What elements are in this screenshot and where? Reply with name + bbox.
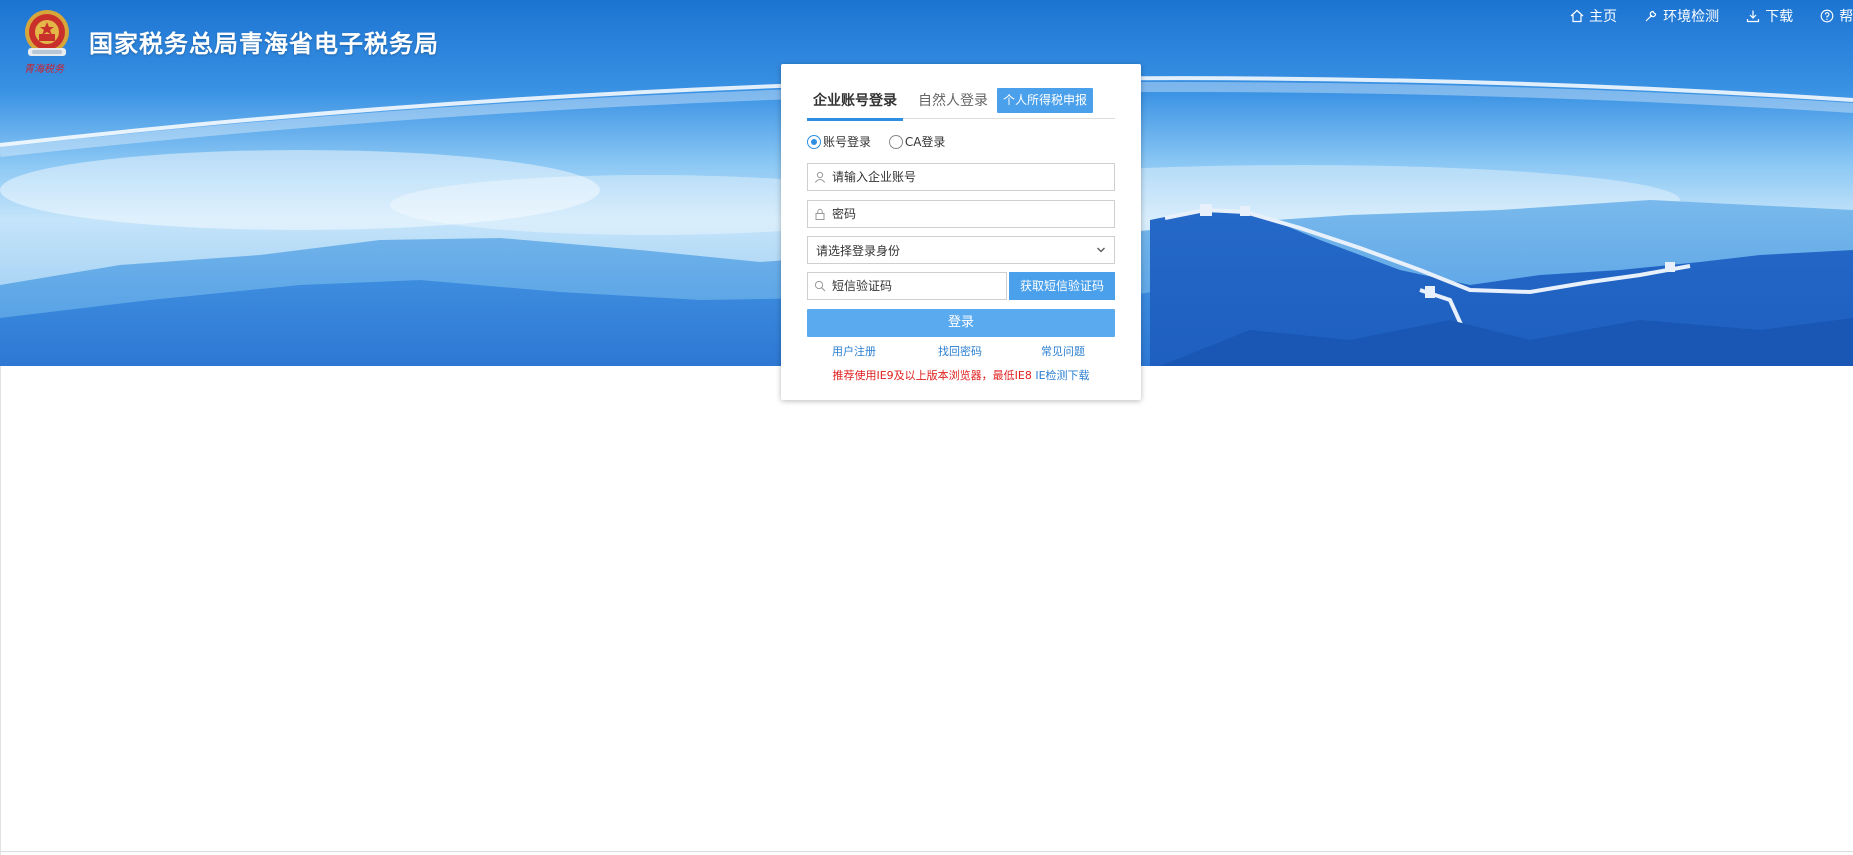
login-tabs: 企业账号登录 自然人登录 个人所得税申报 [807, 88, 1115, 121]
nav-environment-check-label: 环境检测 [1663, 9, 1720, 25]
register-link[interactable]: 用户注册 [832, 343, 876, 359]
login-method-group: 账号登录 CA登录 [807, 133, 959, 151]
sms-code-field [807, 272, 1007, 300]
radio-ca-label: CA登录 [904, 135, 946, 149]
help-icon [1820, 9, 1834, 23]
login-card: 企业账号登录 自然人登录 个人所得税申报 账号登录 CA登录 请输入企业账号 请… [781, 64, 1141, 400]
chevron-down-icon [1097, 247, 1105, 253]
identity-select-value: 请选择登录身份 [816, 243, 901, 258]
recover-password-link[interactable]: 找回密码 [938, 343, 982, 359]
login-links: 用户注册 找回密码 常见问题 [807, 343, 1115, 359]
browser-notice: 推荐使用IE9及以上版本浏览器，最低IE8 IE检测下载 [781, 367, 1141, 383]
page-body [0, 366, 1853, 855]
radio-account-login[interactable]: 账号登录 [807, 133, 871, 150]
get-sms-code-button[interactable]: 获取短信验证码 [1009, 272, 1115, 300]
personal-income-tax-button[interactable]: 个人所得税申报 [997, 88, 1093, 113]
nav-download[interactable]: 下载 [1746, 6, 1793, 26]
radio-account-label: 账号登录 [823, 135, 872, 149]
site-title: 国家税务总局青海省电子税务局 [89, 30, 439, 58]
nav-help-label: 帮助 [1839, 9, 1853, 25]
wrench-icon [1645, 10, 1657, 22]
bottom-divider [0, 851, 1853, 852]
identity-select[interactable]: 请选择登录身份 [807, 236, 1115, 264]
radio-ca-login[interactable]: CA登录 [888, 133, 946, 150]
password-input[interactable] [832, 202, 1114, 226]
browser-notice-text: 推荐使用IE9及以上版本浏览器，最低IE8 [832, 369, 1032, 382]
lock-icon [808, 208, 832, 220]
user-icon [808, 171, 832, 183]
home-icon [1570, 9, 1584, 23]
top-navigation: 主页 环境检测 下载 帮助 [1570, 6, 1853, 30]
tab-natural-person-login[interactable]: 自然人登录 [913, 88, 993, 118]
radio-unchecked-icon [888, 134, 903, 149]
download-icon [1747, 10, 1760, 23]
nav-download-label: 下载 [1765, 9, 1794, 25]
password-field [807, 200, 1115, 228]
login-button[interactable]: 登录 [807, 309, 1115, 337]
sms-code-input[interactable] [832, 274, 1006, 298]
nav-home-label: 主页 [1589, 9, 1617, 25]
account-field [807, 163, 1115, 191]
ie-check-download-link[interactable]: IE检测下载 [1035, 369, 1089, 382]
emblem-caption: 青海税务 [24, 64, 64, 75]
faq-link[interactable]: 常见问题 [1041, 343, 1085, 359]
account-input[interactable] [832, 165, 1114, 189]
search-icon [808, 280, 832, 292]
nav-home[interactable]: 主页 [1570, 6, 1617, 26]
nav-environment-check[interactable]: 环境检测 [1644, 6, 1719, 26]
tab-enterprise-login[interactable]: 企业账号登录 [807, 88, 903, 121]
radio-checked-icon [807, 134, 821, 149]
nav-help[interactable]: 帮助 [1820, 6, 1853, 26]
